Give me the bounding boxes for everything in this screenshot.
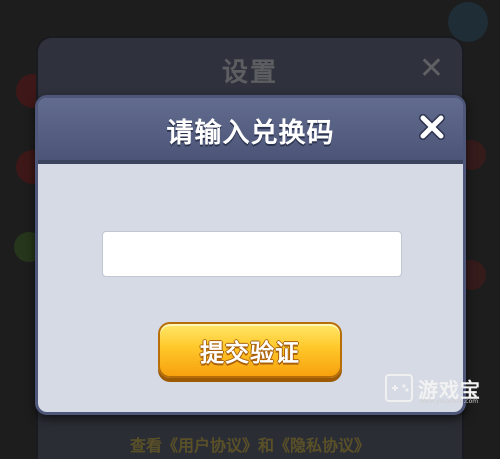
submit-verify-button[interactable]: 提交验证 — [158, 322, 342, 378]
gamepad-logo-icon — [385, 374, 413, 402]
watermark-url: www.youxibao.com — [420, 398, 479, 405]
settings-close-icon[interactable]: ✕ — [419, 54, 444, 84]
close-icon[interactable] — [417, 112, 447, 142]
dialog-title: 请输入兑换码 — [166, 118, 335, 149]
dialog-header: 请输入兑换码 — [38, 98, 463, 160]
watermark: 游戏宝 www.youxibao.com — [384, 372, 496, 408]
agreement-links[interactable]: 查看《用户协议》和《隐私协议》 — [38, 432, 462, 456]
settings-header: 设置 ✕ — [38, 38, 462, 96]
bg-icon — [448, 2, 488, 42]
redeem-code-input[interactable] — [102, 231, 402, 277]
submit-verify-label: 提交验证 — [200, 338, 300, 367]
settings-title: 设置 — [221, 58, 278, 88]
redeem-code-dialog: 请输入兑换码 提交验证 — [35, 95, 466, 415]
